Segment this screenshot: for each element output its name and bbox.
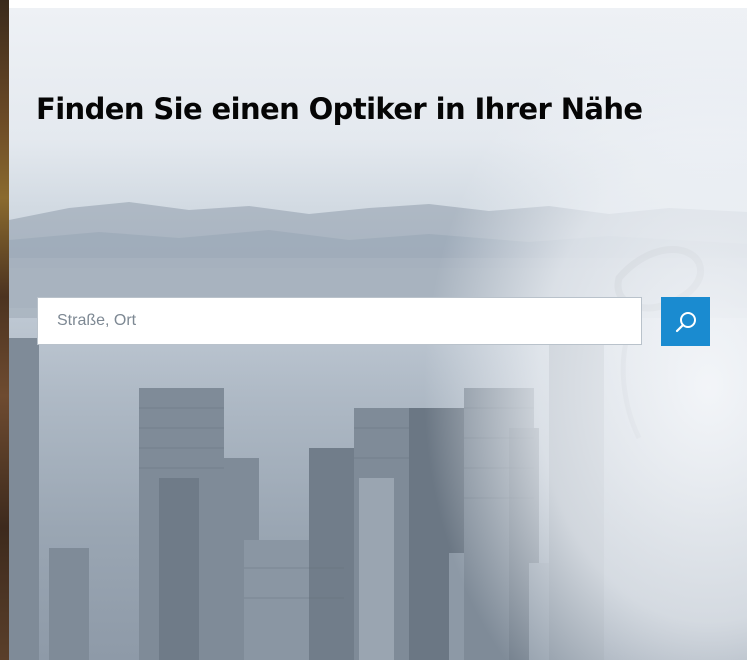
search-input[interactable] xyxy=(37,297,642,345)
search-icon xyxy=(675,311,696,332)
top-band xyxy=(0,0,747,8)
left-image-strip xyxy=(0,0,9,660)
page-title: Finden Sie einen Optiker in Ihrer Nähe xyxy=(36,92,643,126)
search-button[interactable] xyxy=(661,297,710,346)
